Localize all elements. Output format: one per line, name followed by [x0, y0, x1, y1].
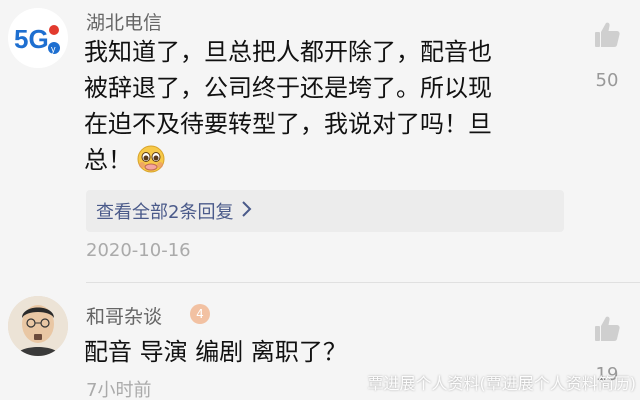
comment-username[interactable]: 和哥杂谈: [86, 302, 162, 329]
comment-username[interactable]: 湖北电信: [86, 8, 162, 35]
comment-timestamp: 7小时前: [86, 380, 152, 400]
view-replies-button[interactable]: 查看全部2条回复: [86, 190, 564, 232]
thumbs-up-icon[interactable]: [592, 314, 622, 348]
watermark-text: 覃进展个人资料(覃进展个人资料简历): [367, 374, 637, 393]
like-count: 50: [595, 70, 619, 91]
view-replies-label: 查看全部2条回复: [96, 202, 234, 223]
divider: [86, 282, 640, 283]
chevron-right-icon: [241, 200, 253, 222]
comment-text: 配音 导演 编剧 离职了？: [84, 334, 347, 370]
comment-line: 在迫不及待要转型了，我说对了吗！旦: [84, 110, 492, 138]
comment-line: 我知道了，旦总把人都开除了，配音也: [84, 38, 492, 66]
thumbs-up-icon[interactable]: [592, 20, 622, 54]
svg-text:5G: 5G: [14, 24, 49, 54]
comment-list: 5G y 湖北电信 我知道了，旦总把人都开除了，配音也 被辞退了，公司终于还是垮…: [0, 0, 640, 400]
pleading-face-emoji-icon: [137, 145, 165, 173]
avatar[interactable]: [8, 296, 68, 356]
avatar[interactable]: 5G y: [8, 8, 68, 68]
comment-timestamp: 2020-10-16: [86, 240, 191, 261]
comment-line: 被辞退了，公司终于还是垮了。所以现: [84, 74, 492, 102]
comment-line: 配音 导演 编剧 离职了？: [84, 338, 347, 366]
telecom-5g-logo-icon: 5G y: [8, 8, 68, 68]
comment-line-last: 总！: [84, 142, 492, 178]
svg-text:y: y: [51, 44, 56, 54]
user-level-badge: 4: [190, 304, 210, 324]
comment-text: 我知道了，旦总把人都开除了，配音也 被辞退了，公司终于还是垮了。所以现 在迫不及…: [84, 34, 492, 178]
comment-line: 总！: [84, 146, 132, 174]
person-photo-icon: [8, 296, 68, 356]
